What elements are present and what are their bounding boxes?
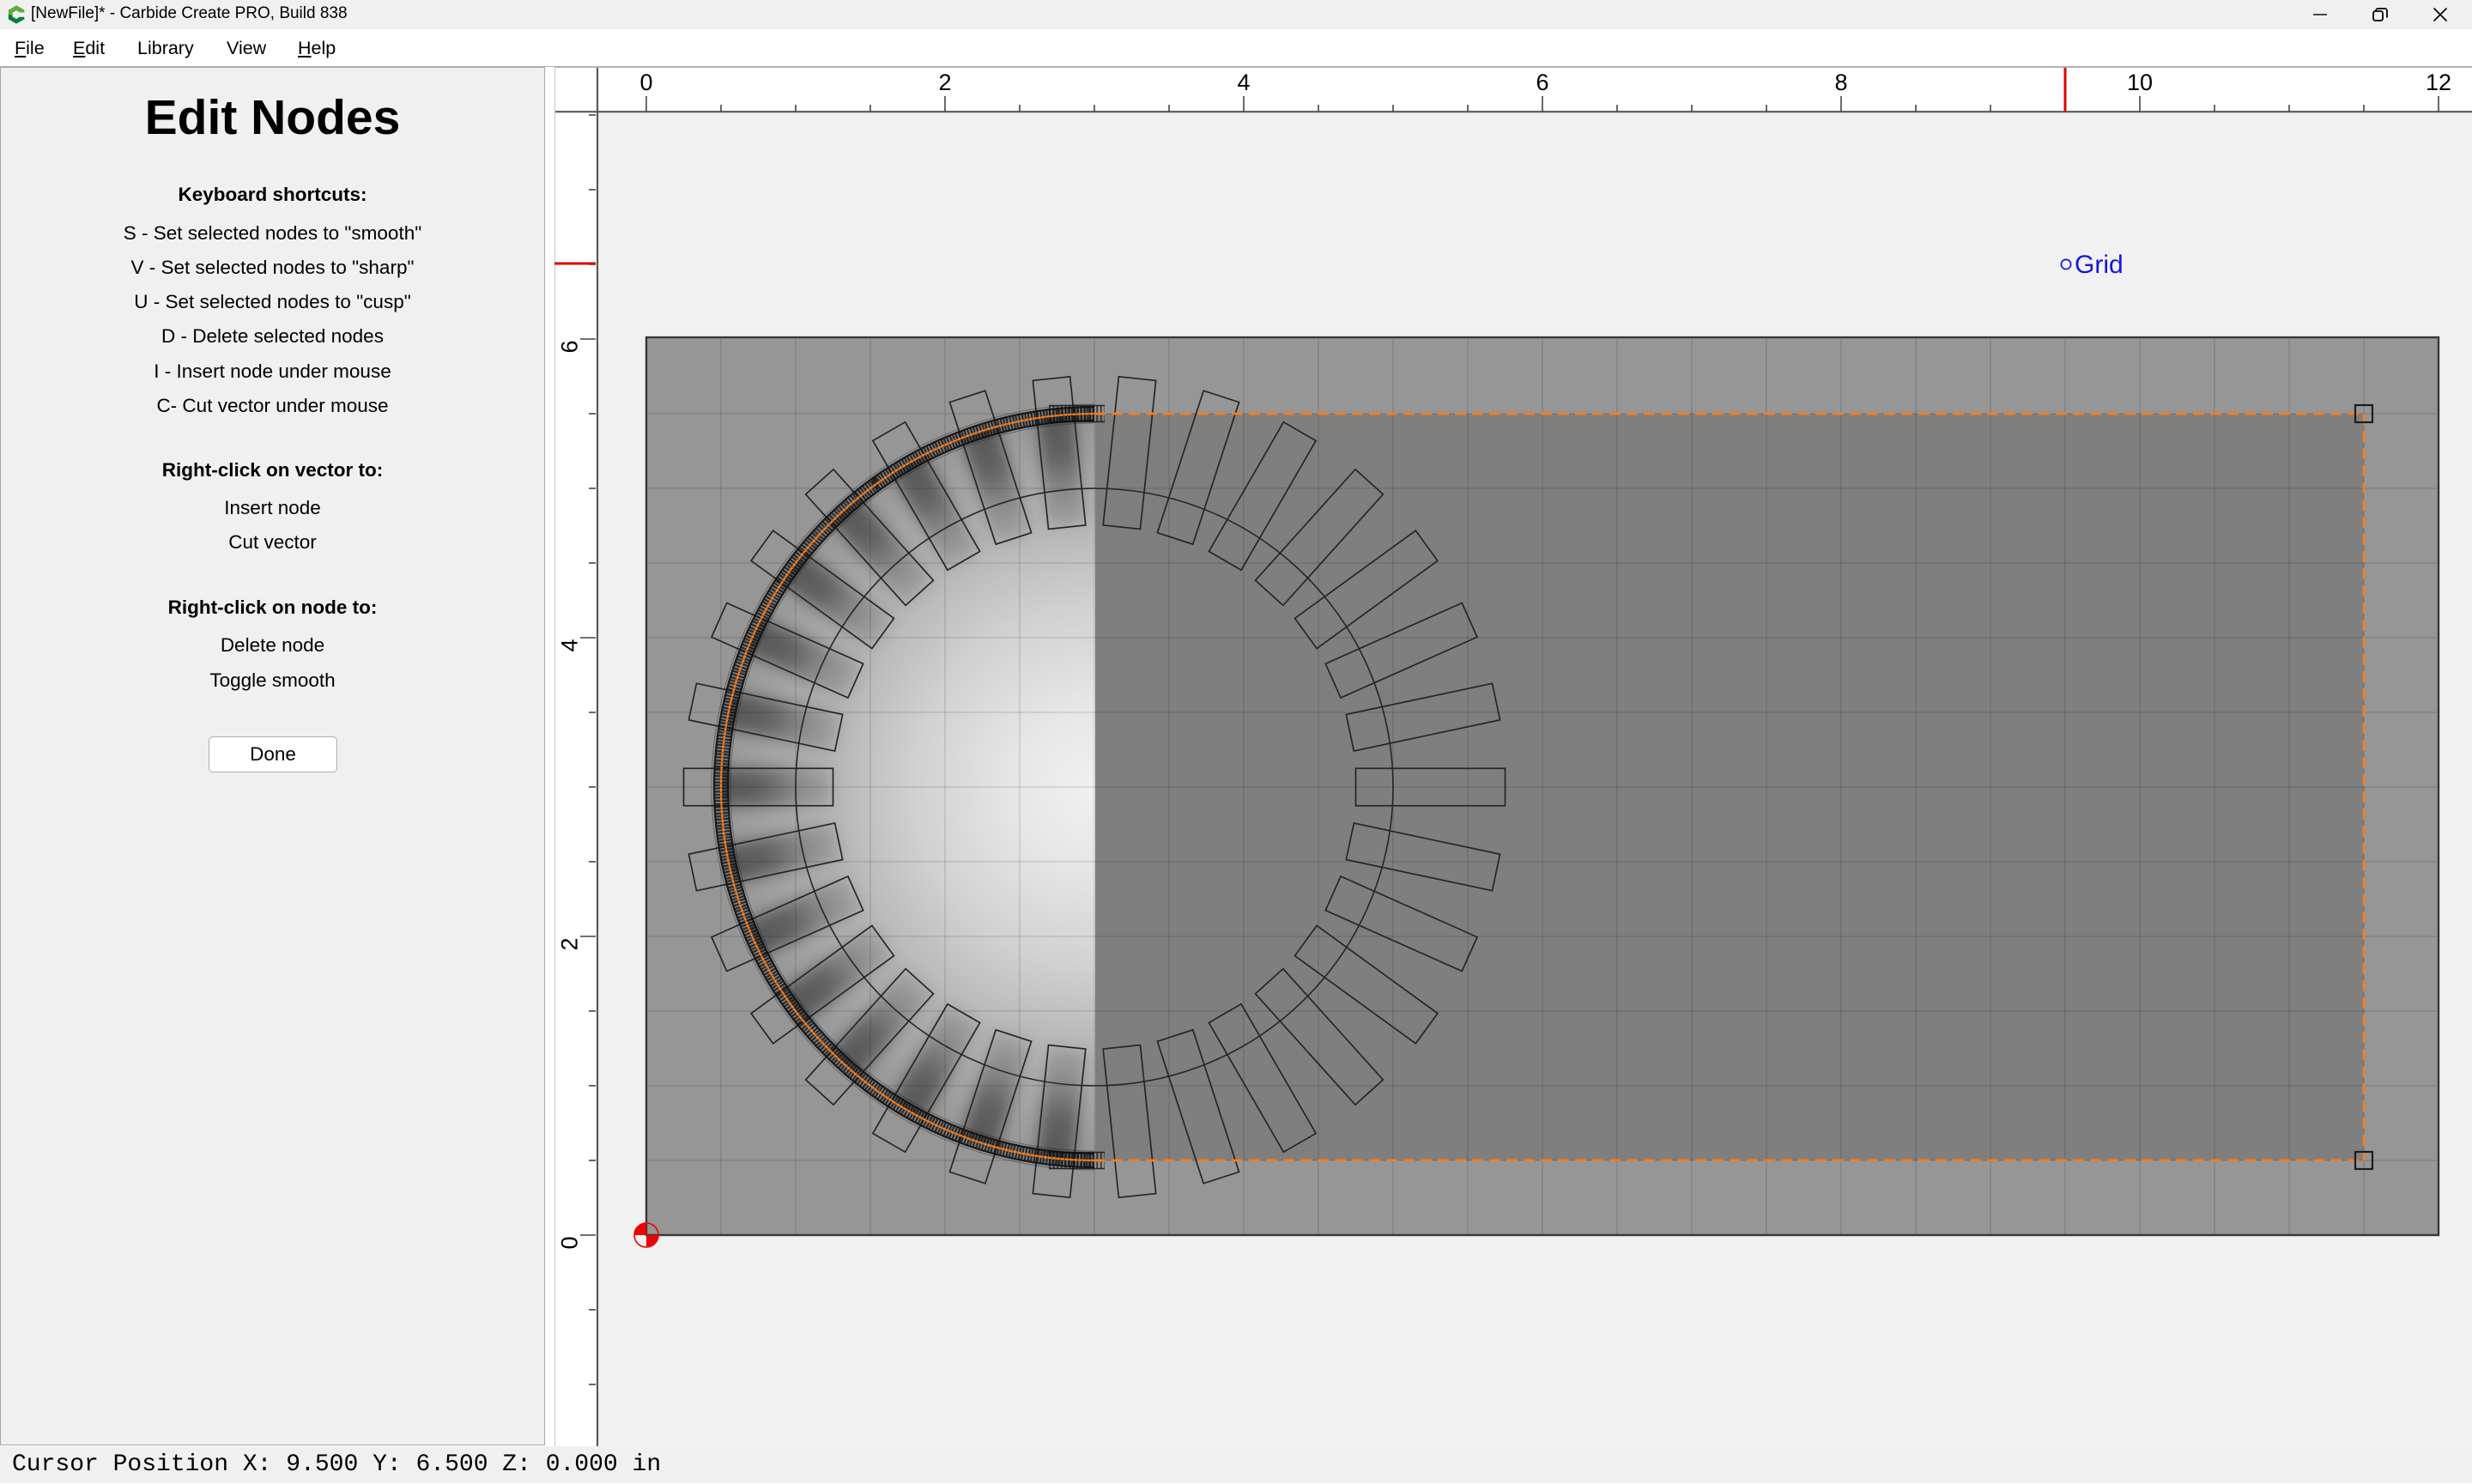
svg-text:2: 2 <box>557 937 583 950</box>
svg-text:6: 6 <box>1536 70 1548 95</box>
svg-text:12: 12 <box>2426 70 2451 95</box>
svg-text:4: 4 <box>1237 70 1250 95</box>
svg-text:Grid: Grid <box>2075 251 2124 279</box>
svg-text:0: 0 <box>639 70 652 95</box>
svg-text:10: 10 <box>2127 70 2153 95</box>
svg-text:0: 0 <box>557 1236 583 1249</box>
svg-text:6: 6 <box>557 340 583 353</box>
svg-text:8: 8 <box>1834 70 1847 95</box>
svg-text:2: 2 <box>938 70 951 95</box>
svg-text:4: 4 <box>557 639 583 651</box>
